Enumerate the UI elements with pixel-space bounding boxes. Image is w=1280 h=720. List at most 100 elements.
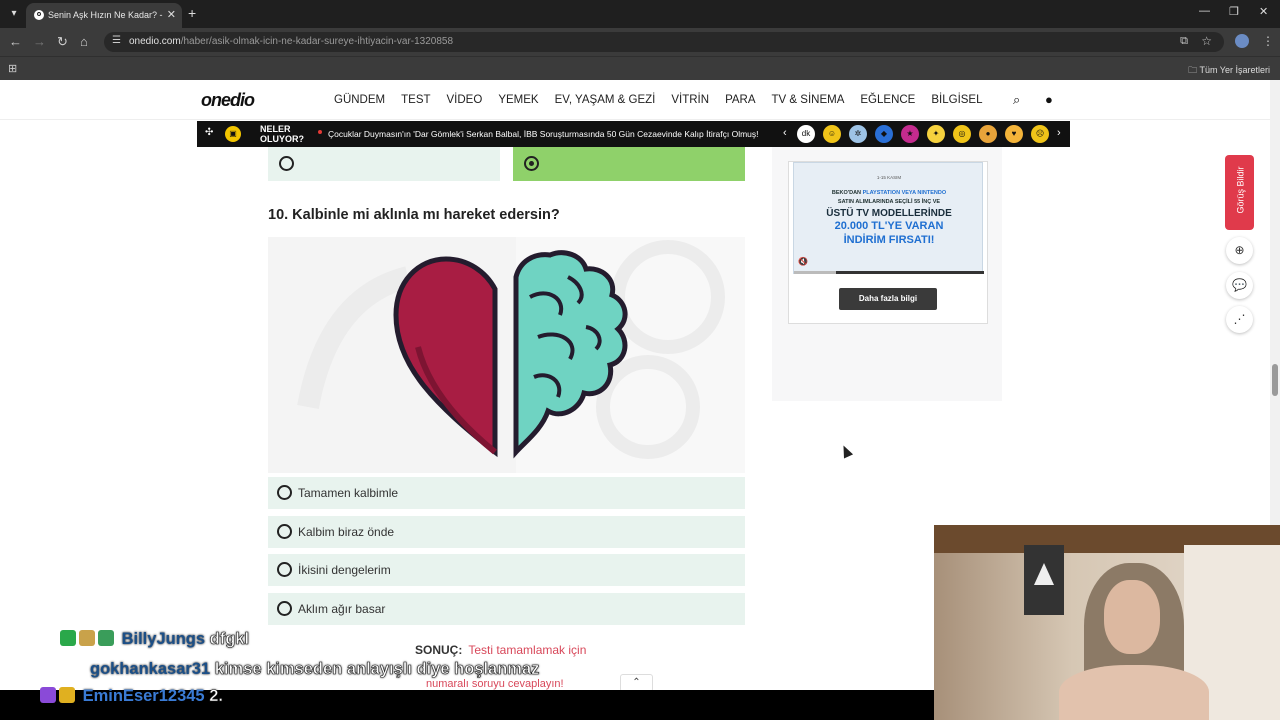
category-icon[interactable]: ✲ <box>849 125 867 143</box>
news-bar-title: NELER OLUYOR? <box>260 124 304 144</box>
radio-icon <box>279 156 294 171</box>
bookmarks-bar: ⊞ 🗀 Tüm Yer İşaretleri <box>0 56 1280 80</box>
mute-icon[interactable]: 🔇 <box>798 257 808 266</box>
url-text: onedio.com/haber/asik-olmak-icin-ne-kada… <box>129 36 454 47</box>
new-tab-icon[interactable]: + <box>188 5 196 21</box>
reload-icon[interactable]: ↻ <box>57 34 68 50</box>
chat-line: gokhankasar31 kimse kimseden anlayışlı d… <box>90 660 540 679</box>
badge-check-icon <box>60 630 76 646</box>
chevron-left-icon[interactable]: ‹ <box>783 127 787 139</box>
nav-vitrin[interactable]: VİTRİN <box>671 94 709 106</box>
bookmark-star-icon[interactable]: ☆ <box>1201 34 1212 48</box>
previous-answer-option-selected[interactable] <box>513 147 745 181</box>
nav-test[interactable]: TEST <box>401 94 430 106</box>
all-bookmarks-link[interactable]: 🗀 Tüm Yer İşaretleri <box>1188 63 1270 79</box>
news-headline[interactable]: Çocuklar Duymasın'ın 'Dar Gömlek'i Serka… <box>328 129 759 139</box>
badge-icon <box>40 687 56 703</box>
radio-icon <box>277 562 292 577</box>
category-icon[interactable]: ♥ <box>1005 125 1023 143</box>
chat-username: gokhankasar31 <box>90 660 211 678</box>
minimize-icon[interactable]: — <box>1199 5 1210 17</box>
nav-ev-yasam-gezi[interactable]: EV, YAŞAM & GEZİ <box>555 94 656 106</box>
webcam-person-face <box>1104 580 1160 654</box>
close-window-icon[interactable]: ✕ <box>1259 5 1268 18</box>
answer-option-2[interactable]: Kalbim biraz önde <box>268 516 745 548</box>
nav-yemek[interactable]: YEMEK <box>498 94 538 106</box>
comments-icon[interactable]: 💬 <box>1226 272 1253 299</box>
restore-icon[interactable]: ❐ <box>1229 5 1239 18</box>
tab-title: Senin Aşk Hızın Ne Kadar? - Onedio <box>48 10 163 20</box>
onedio-favicon-icon: o <box>34 10 44 20</box>
heart-brain-illustration <box>268 237 745 473</box>
radio-icon <box>277 485 292 500</box>
news-badge-icon: ▣ <box>225 126 241 142</box>
category-icon[interactable]: ★ <box>901 125 919 143</box>
chevron-right-icon[interactable]: › <box>1057 127 1061 139</box>
bookmark-add-icon[interactable]: ⊕ <box>1226 237 1253 264</box>
search-icon[interactable]: ⌕ <box>1013 92 1020 108</box>
chat-message: 2. <box>209 687 223 706</box>
ad-progress-bar <box>794 271 984 274</box>
nav-eglence[interactable]: EĞLENCE <box>860 94 915 106</box>
answer-option-4[interactable]: Aklım ağır basar <box>268 593 745 625</box>
main-nav: GÜNDEM TEST VİDEO YEMEK EV, YAŞAM & GEZİ… <box>334 94 999 106</box>
badge-icon <box>98 630 114 646</box>
ad-more-info-button[interactable]: Daha fazla bilgi <box>839 288 937 310</box>
ad-line-2: SATIN ALIMLARINDA SEÇİLİ 55 İNÇ VE <box>837 199 941 205</box>
previous-answer-option[interactable] <box>268 147 500 181</box>
category-icon[interactable]: ☺ <box>823 125 841 143</box>
webcam-person-body <box>1059 665 1209 720</box>
nav-para[interactable]: PARA <box>725 94 755 106</box>
question-title: 10. Kalbinle mi aklınla mı hareket eders… <box>268 207 560 223</box>
category-icon[interactable]: ✦ <box>927 125 945 143</box>
forward-icon[interactable]: → <box>33 34 46 49</box>
chat-username: EminEser12345 <box>82 687 205 705</box>
profile-avatar-icon[interactable] <box>1235 34 1249 48</box>
home-icon[interactable]: ⌂ <box>80 34 88 49</box>
nav-video[interactable]: VİDEO <box>447 94 483 106</box>
close-tab-icon[interactable]: ✕ <box>167 8 176 21</box>
category-icons: dk ☺ ✲ ◆ ★ ✦ ◎ ● ♥ ☹ <box>797 125 1049 143</box>
browser-toolbar: ← → ↻ ⌂ ☰ onedio.com/haber/asik-olmak-ic… <box>0 28 1280 56</box>
category-icon[interactable]: ◆ <box>875 125 893 143</box>
scrollbar-thumb[interactable] <box>1272 364 1278 396</box>
ad-line-3: ÜSTÜ TV MODELLERİNDE <box>826 208 952 219</box>
address-bar[interactable]: ☰ onedio.com/haber/asik-olmak-icin-ne-ka… <box>104 32 1224 52</box>
back-icon[interactable]: ← <box>9 34 22 49</box>
apps-grid-icon[interactable]: ⊞ <box>8 62 17 75</box>
badge-icon <box>79 630 95 646</box>
browser-tab[interactable]: o Senin Aşk Hızın Ne Kadar? - Onedio ✕ <box>26 3 182 28</box>
radio-selected-icon <box>524 156 539 171</box>
stream-chat-overlay: BillyJungs dfgkl gokhankasar31 kimse kim… <box>0 628 940 720</box>
category-icon[interactable]: ☹ <box>1031 125 1049 143</box>
ad-progress-fill <box>794 271 836 274</box>
onedio-logo[interactable]: onedio <box>201 90 255 111</box>
category-icon[interactable]: ◎ <box>953 125 971 143</box>
nav-gundem[interactable]: GÜNDEM <box>334 94 385 106</box>
answer-option-3[interactable]: İkisini dengelerim <box>268 554 745 586</box>
install-app-icon[interactable]: ⧉ <box>1180 35 1188 48</box>
answer-option-1[interactable]: Tamamen kalbimle <box>268 477 745 509</box>
share-icon[interactable]: ⋰ <box>1226 306 1253 333</box>
chat-line: EminEser12345 2. <box>40 687 223 706</box>
webcam-overlay <box>934 525 1280 720</box>
chat-line: BillyJungs dfgkl <box>60 630 249 649</box>
user-icon[interactable]: ● <box>1045 92 1053 107</box>
category-icon[interactable]: dk <box>797 125 815 143</box>
answer-label: İkisini dengelerim <box>298 563 391 577</box>
ad-image[interactable]: 1-15 KASIM BEKO'DAN PLAYSTATION VEYA NIN… <box>793 162 984 274</box>
grid-icon[interactable]: ✣ <box>205 127 213 138</box>
site-info-icon[interactable]: ☰ <box>112 35 121 46</box>
radio-icon <box>277 524 292 539</box>
category-icon[interactable]: ● <box>979 125 997 143</box>
browser-menu-icon[interactable]: ⋮ <box>1262 34 1274 48</box>
answer-label: Tamamen kalbimle <box>298 486 399 500</box>
question-image <box>268 237 745 473</box>
ad-line-1: BEKO'DAN PLAYSTATION VEYA NINTENDO <box>831 190 947 196</box>
webcam-wall-poster <box>1024 545 1064 615</box>
tab-search-icon[interactable]: ▾ <box>5 5 23 23</box>
feedback-button[interactable]: Görüş Bildir <box>1225 155 1254 230</box>
nav-tv-sinema[interactable]: TV & SİNEMA <box>772 94 845 106</box>
browser-tab-strip: ▾ o Senin Aşk Hızın Ne Kadar? - Onedio ✕… <box>0 0 1280 28</box>
nav-bilgisel[interactable]: BİLGİSEL <box>931 94 982 106</box>
